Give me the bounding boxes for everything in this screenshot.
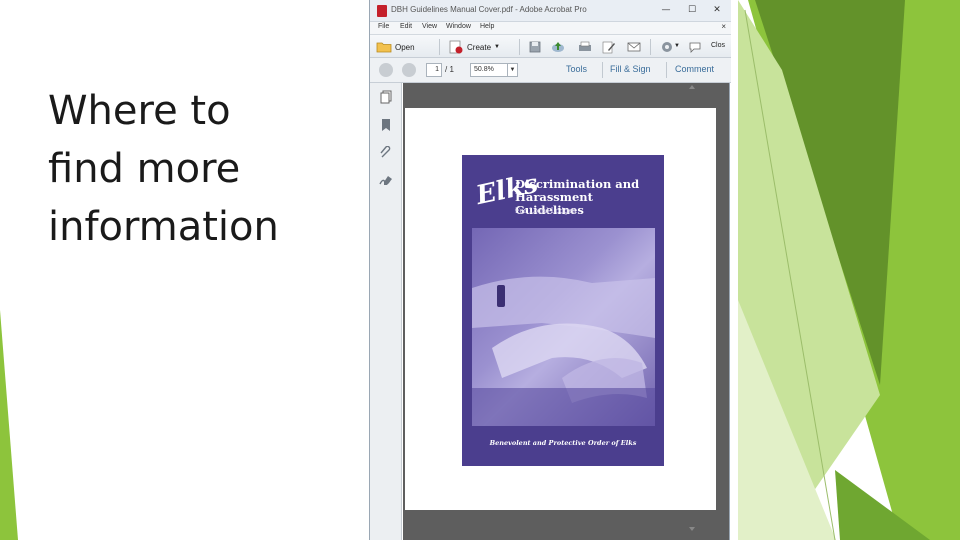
pages-icon[interactable] xyxy=(379,90,393,104)
page-number-input[interactable]: 1 xyxy=(426,63,442,77)
create-pdf-icon xyxy=(449,40,463,54)
page-total: / 1 xyxy=(445,65,454,74)
zoom-dropdown-icon[interactable]: ▼ xyxy=(508,63,518,77)
comment-pane-link[interactable]: Comment xyxy=(675,64,714,74)
toolbar-separator xyxy=(439,39,440,55)
bookmark-icon[interactable] xyxy=(379,118,393,132)
create-label: Create xyxy=(467,42,492,52)
window-titlebar: DBH Guidelines Manual Cover.pdf - Adobe … xyxy=(370,0,731,22)
create-button[interactable]: Create ▼ xyxy=(448,39,500,55)
open-label: Open xyxy=(395,42,415,52)
page-prev-icon[interactable] xyxy=(379,63,393,77)
toolbar-separator xyxy=(602,62,603,78)
open-button[interactable]: Open xyxy=(376,39,415,55)
tools-pane-link[interactable]: Tools xyxy=(566,64,587,74)
vertical-scrollbar[interactable] xyxy=(687,83,697,533)
edit-icon[interactable] xyxy=(602,40,616,54)
menu-window[interactable]: Window xyxy=(446,23,471,30)
page-next-icon[interactable] xyxy=(402,63,416,77)
document-viewport[interactable]: Elks Discrimination and Harassment Guide… xyxy=(403,83,729,540)
booklet-cover: Elks Discrimination and Harassment Guide… xyxy=(462,155,664,466)
zoom-input[interactable]: 50.8% xyxy=(470,63,508,77)
menu-file[interactable]: File xyxy=(378,23,389,30)
green-shape-left xyxy=(0,310,18,540)
cover-subtitle: For Local Lodges xyxy=(515,207,577,215)
maximize-button[interactable]: ☐ xyxy=(686,4,698,16)
hands-photo-illustration xyxy=(472,276,655,426)
settings-chevron-icon[interactable]: ▼ xyxy=(674,43,680,49)
settings-icon[interactable] xyxy=(660,40,674,54)
slide-title: Where to find more information xyxy=(48,88,279,250)
toolbar-separator xyxy=(650,39,651,55)
email-icon[interactable] xyxy=(627,40,641,54)
close-toolbar-label[interactable]: Clos xyxy=(711,42,725,49)
toolbar-separator xyxy=(519,39,520,55)
fill-sign-pane-link[interactable]: Fill & Sign xyxy=(610,64,651,74)
menu-view[interactable]: View xyxy=(422,23,437,30)
cover-photo-hands xyxy=(472,228,655,426)
close-document-x[interactable]: × xyxy=(721,22,726,31)
navigation-pane xyxy=(370,83,402,540)
upload-icon[interactable] xyxy=(551,40,565,54)
navigation-toolbar: 1 / 1 50.8% ▼ Tools Fill & Sign Comment xyxy=(370,58,731,83)
toolbar-separator xyxy=(666,62,667,78)
save-icon[interactable] xyxy=(528,40,542,54)
pdf-page: Elks Discrimination and Harassment Guide… xyxy=(405,108,716,510)
attachment-icon[interactable] xyxy=(379,146,393,160)
main-toolbar: Open Create ▼ ▼ Clos xyxy=(370,34,731,58)
menu-bar: File Edit View Window Help × xyxy=(370,22,731,34)
menu-edit[interactable]: Edit xyxy=(400,23,412,30)
comment-bubble-icon[interactable] xyxy=(688,40,702,54)
print-icon[interactable] xyxy=(578,40,592,54)
minimize-button[interactable]: — xyxy=(660,4,672,16)
acrobat-window: DBH Guidelines Manual Cover.pdf - Adobe … xyxy=(369,0,731,540)
chevron-down-icon: ▼ xyxy=(494,44,500,50)
menu-help[interactable]: Help xyxy=(480,23,494,30)
window-title: DBH Guidelines Manual Cover.pdf - Adobe … xyxy=(391,5,587,14)
signature-icon[interactable] xyxy=(379,174,393,188)
cover-footer: Benevolent and Protective Order of Elks xyxy=(489,439,637,447)
folder-icon xyxy=(376,42,392,53)
acrobat-app-icon xyxy=(377,5,387,17)
close-window-button[interactable]: ✕ xyxy=(711,4,723,16)
